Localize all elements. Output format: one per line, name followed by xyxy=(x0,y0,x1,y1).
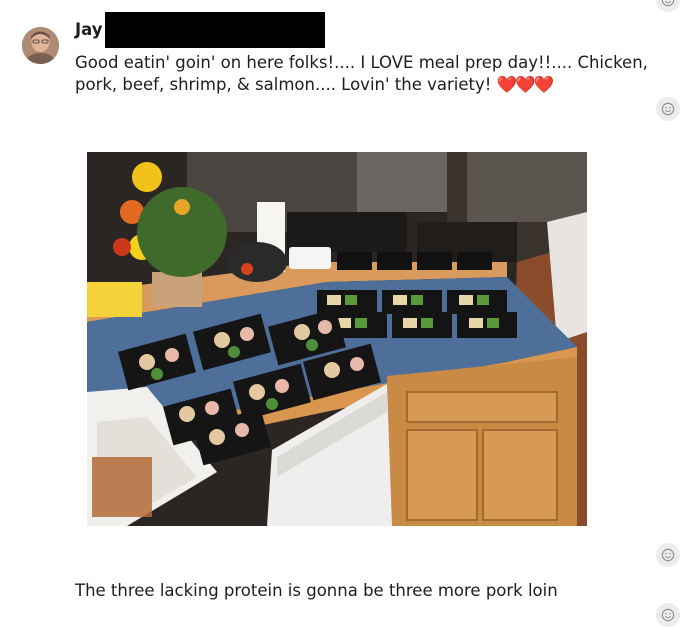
smiley-icon xyxy=(661,548,675,562)
reply-message-text: The three lacking protein is gonna be th… xyxy=(75,581,558,600)
message-body: Good eatin' goin' on here folks!.... I L… xyxy=(75,53,648,94)
avatar[interactable] xyxy=(22,27,59,64)
user-avatar-image xyxy=(22,27,59,64)
add-reaction-button-reply[interactable] xyxy=(656,603,680,627)
add-reaction-button-message[interactable] xyxy=(656,97,680,121)
meal-prep-image xyxy=(87,152,587,526)
message-text: Good eatin' goin' on here folks!.... I L… xyxy=(75,52,675,96)
redacted-name-block xyxy=(105,12,325,48)
smiley-icon xyxy=(661,608,675,622)
add-reaction-button-photo[interactable] xyxy=(656,543,680,567)
author-name[interactable]: Jay xyxy=(75,20,103,39)
add-reaction-button-top[interactable] xyxy=(656,0,680,12)
meal-prep-photo[interactable] xyxy=(87,152,587,526)
heart-emoji: ❤️❤️❤️ xyxy=(496,75,555,94)
smiley-icon xyxy=(661,0,675,7)
smiley-icon xyxy=(661,102,675,116)
